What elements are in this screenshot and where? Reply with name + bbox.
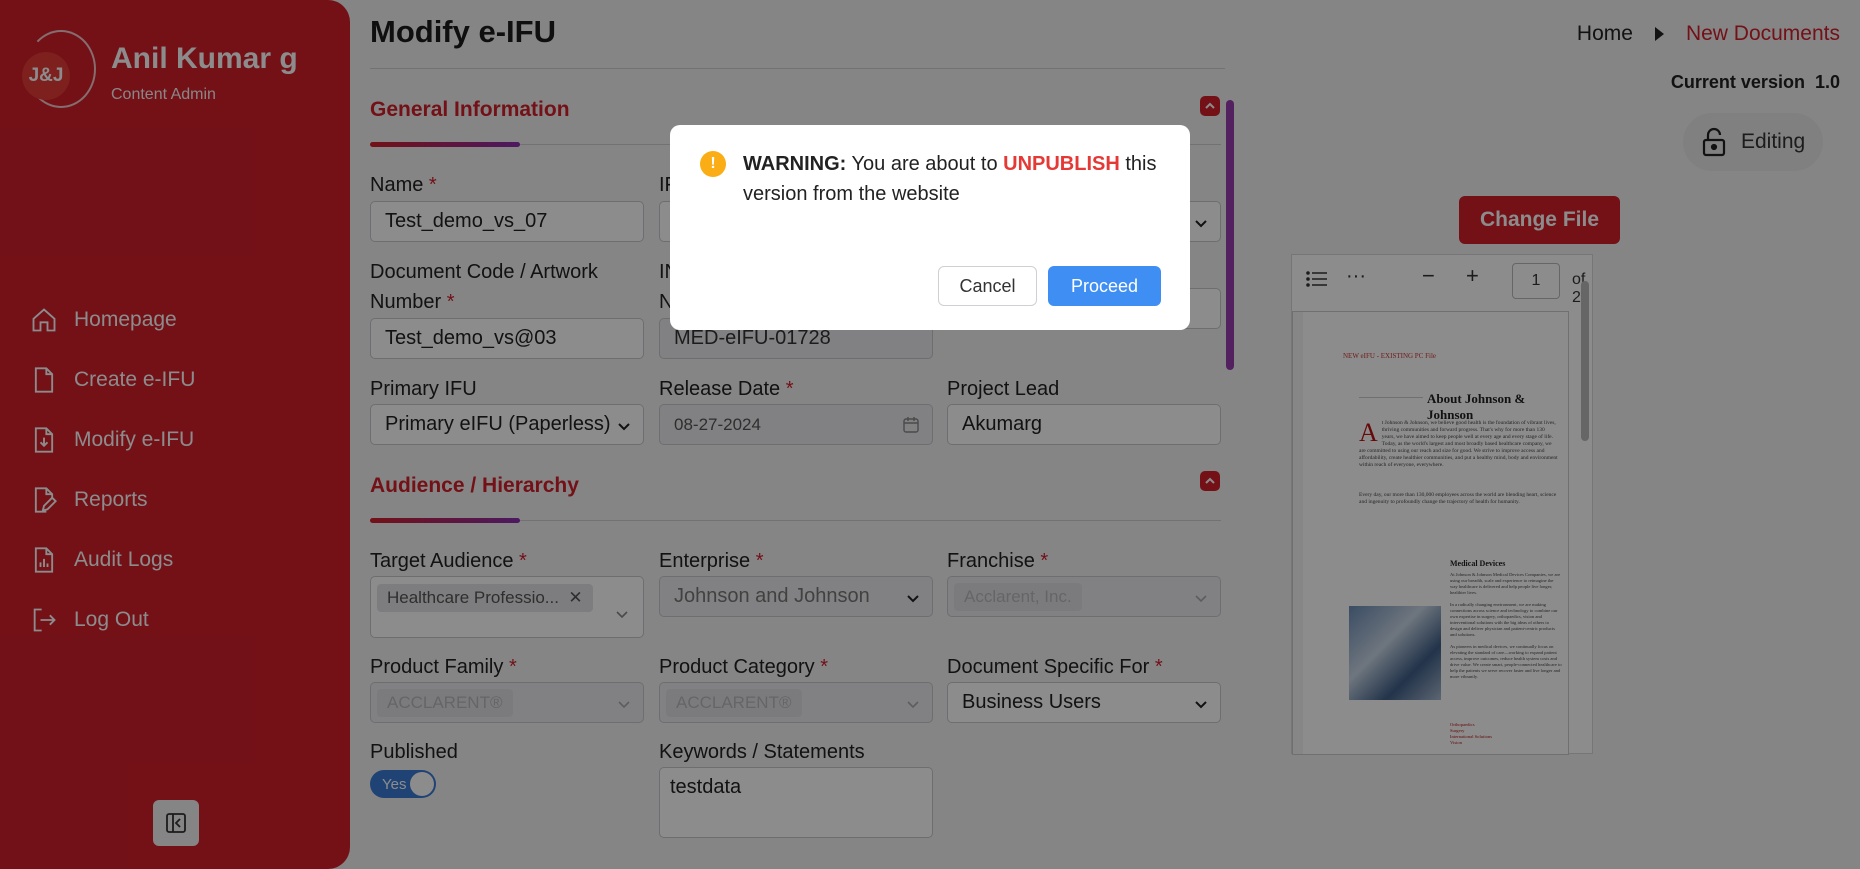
unpublish-warning-dialog: ! WARNING: You are about to UNPUBLISH th… (670, 125, 1190, 330)
cancel-button[interactable]: Cancel (938, 266, 1037, 306)
proceed-button[interactable]: Proceed (1048, 266, 1161, 306)
warning-message: WARNING: You are about to UNPUBLISH this… (743, 153, 1157, 205)
warning-icon: ! (700, 151, 726, 177)
